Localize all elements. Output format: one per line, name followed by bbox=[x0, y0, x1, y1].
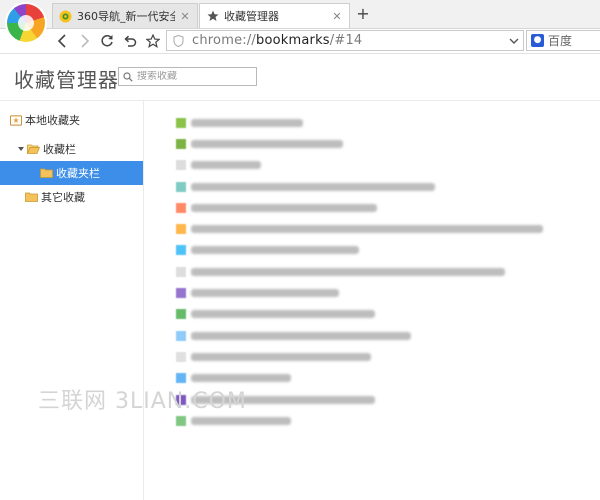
sidebar-item-local-bookmarks[interactable]: 本地收藏夹 bbox=[0, 108, 143, 132]
bookmark-title bbox=[191, 161, 261, 170]
chevron-left-icon bbox=[57, 34, 66, 48]
bookmark-favicon-icon bbox=[176, 266, 186, 277]
bookmark-favicon-icon bbox=[176, 181, 186, 192]
reload-icon bbox=[101, 34, 113, 47]
sidebar-item-bookmark-bar[interactable]: 收藏栏 bbox=[0, 137, 143, 161]
reload-button[interactable] bbox=[98, 31, 116, 51]
folder-icon bbox=[40, 168, 53, 178]
baidu-paw-icon: ● bbox=[531, 34, 544, 47]
back-button[interactable] bbox=[53, 31, 71, 51]
bookmark-favicon-icon bbox=[176, 309, 186, 320]
tab-title: 收藏管理器 bbox=[224, 10, 279, 23]
tab-close-icon[interactable]: ✕ bbox=[331, 10, 343, 23]
bookmark-row[interactable] bbox=[176, 112, 596, 133]
bookmark-title bbox=[191, 118, 303, 127]
star-outline-icon bbox=[146, 34, 160, 48]
bookmark-star-button[interactable] bbox=[144, 31, 162, 51]
navigation-toolbar: chrome://bookmarks/#14 ● 百度 bbox=[0, 29, 600, 54]
forward-button[interactable] bbox=[76, 31, 94, 51]
search-input[interactable] bbox=[133, 71, 247, 82]
open-folder-icon bbox=[27, 144, 40, 154]
undo-icon bbox=[124, 35, 137, 47]
sidebar-item-label: 收藏夹栏 bbox=[56, 167, 100, 180]
search-engine-box[interactable]: ● 百度 bbox=[526, 30, 600, 51]
tab-title: 360导航_新一代安全上网导航 bbox=[77, 10, 175, 23]
bookmark-favicon-icon bbox=[176, 202, 186, 213]
bookmark-title bbox=[191, 374, 291, 383]
bookmark-title bbox=[191, 352, 371, 361]
tab-close-icon[interactable]: ✕ bbox=[179, 10, 191, 23]
bookmark-favicon-icon bbox=[176, 160, 186, 171]
bookmark-title bbox=[191, 246, 359, 255]
browser-logo-icon[interactable] bbox=[7, 4, 45, 42]
shield-icon bbox=[173, 34, 184, 47]
address-url: chrome://bookmarks/#14 bbox=[192, 33, 363, 48]
bookmark-favicon-icon bbox=[176, 330, 186, 341]
star-icon bbox=[206, 10, 219, 23]
new-tab-button[interactable]: + bbox=[354, 4, 372, 24]
sidebar-item-favorites-bar[interactable]: 收藏夹栏 bbox=[0, 161, 143, 185]
chevron-right-icon bbox=[81, 34, 90, 48]
sidebar-item-other-bookmarks[interactable]: 其它收藏 bbox=[0, 185, 143, 209]
bookmark-row[interactable] bbox=[176, 176, 596, 197]
sidebar-item-label: 其它收藏 bbox=[41, 191, 85, 204]
tab-bookmark-manager[interactable]: 收藏管理器 ✕ bbox=[199, 3, 350, 28]
bookmark-title bbox=[191, 416, 291, 425]
bookmark-row[interactable] bbox=[176, 325, 596, 346]
bookmark-title bbox=[191, 139, 343, 148]
bookmark-row[interactable] bbox=[176, 261, 596, 282]
bookmark-title bbox=[191, 267, 505, 276]
bookmark-favicon-icon bbox=[176, 138, 186, 149]
bookmark-row[interactable] bbox=[176, 304, 596, 325]
star-folder-icon bbox=[10, 114, 22, 126]
bookmark-favicon-icon bbox=[176, 224, 186, 235]
bookmark-row[interactable] bbox=[176, 240, 596, 261]
bookmark-favicon-icon bbox=[176, 117, 186, 128]
sidebar-item-label: 收藏栏 bbox=[43, 143, 76, 156]
bookmark-row[interactable] bbox=[176, 197, 596, 218]
bookmark-row[interactable] bbox=[176, 155, 596, 176]
bookmark-manager-header: 收藏管理器 bbox=[0, 54, 600, 101]
bookmark-search-box[interactable] bbox=[118, 67, 257, 86]
search-engine-label: 百度 bbox=[548, 34, 573, 48]
bookmark-title bbox=[191, 289, 339, 298]
bookmark-favicon-icon bbox=[176, 288, 186, 299]
360-favicon-icon bbox=[59, 10, 72, 23]
tab-360-navigation[interactable]: 360导航_新一代安全上网导航 ✕ bbox=[52, 3, 198, 28]
search-icon bbox=[123, 71, 133, 82]
bookmark-favicon-icon bbox=[176, 351, 186, 362]
bookmark-row[interactable] bbox=[176, 346, 596, 367]
bookmark-favicon-icon bbox=[176, 373, 186, 384]
bookmark-title bbox=[191, 203, 377, 212]
address-bar[interactable]: chrome://bookmarks/#14 bbox=[166, 30, 524, 51]
bookmark-favicon-icon bbox=[176, 415, 186, 426]
watermark: 三联网 3LIAN.COM bbox=[38, 389, 247, 414]
bookmark-title bbox=[191, 310, 375, 319]
page-title: 收藏管理器 bbox=[14, 68, 119, 92]
undo-button[interactable] bbox=[121, 31, 139, 51]
folder-icon bbox=[25, 192, 38, 202]
folder-tree: 本地收藏夹 收藏栏 收藏夹栏 其它收藏 bbox=[0, 101, 144, 500]
sidebar-item-label: 本地收藏夹 bbox=[25, 114, 80, 127]
bookmark-favicon-icon bbox=[176, 245, 186, 256]
bookmark-row[interactable] bbox=[176, 133, 596, 154]
chevron-down-icon[interactable] bbox=[507, 33, 521, 48]
bookmark-row[interactable] bbox=[176, 218, 596, 239]
bookmark-title bbox=[191, 182, 435, 191]
bookmark-title bbox=[191, 225, 543, 234]
triangle-down-icon[interactable] bbox=[17, 145, 25, 153]
bookmark-title bbox=[191, 331, 411, 340]
tab-strip: 360导航_新一代安全上网导航 ✕ 收藏管理器 ✕ + bbox=[0, 0, 600, 29]
bookmark-row[interactable] bbox=[176, 282, 596, 303]
